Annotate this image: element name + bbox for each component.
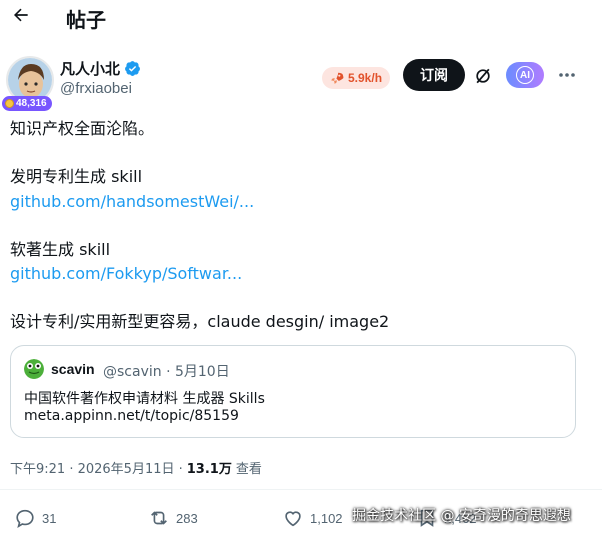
divider xyxy=(0,489,602,490)
ai-button[interactable]: AI xyxy=(506,62,544,88)
author-name-row[interactable]: 凡人小北 xyxy=(60,58,141,79)
reply-count: 31 xyxy=(42,510,57,526)
page-title: 帖子 xyxy=(66,8,106,32)
speed-value: 5.9k/h xyxy=(348,71,383,85)
verified-badge-icon xyxy=(125,61,140,76)
watermark: 掘金技术社区 @ 安奇漫的奇思遐想 xyxy=(352,508,571,524)
score-badge-value: 48,316 xyxy=(16,98,47,109)
speed-pill[interactable]: 5.9k/h xyxy=(322,67,391,89)
author-name[interactable]: 凡人小北 xyxy=(60,58,120,79)
repost-count: 283 xyxy=(176,510,198,526)
quoted-post-text: 中国软件著作权申请材料 生成器 Skills xyxy=(24,391,265,407)
like-button[interactable]: 1,102 xyxy=(282,507,343,529)
rocket-icon xyxy=(331,72,344,84)
quoted-post-card[interactable]: scavin @scavin · 5月10日 中国软件著作权申请材料 生成器 S… xyxy=(10,345,576,438)
reply-icon xyxy=(16,509,34,528)
post-link[interactable]: github.com/Fokkyp/Softwar... xyxy=(10,264,242,284)
views-count: 13.1万 xyxy=(186,462,232,477)
post-text-line: 设计专利/实用新型更容易，claude desgin/ image2 xyxy=(10,312,390,331)
back-button[interactable] xyxy=(8,2,34,28)
author-handle[interactable]: @frxiaobei xyxy=(60,80,132,97)
more-dots-icon xyxy=(559,73,575,77)
views-label: 查看 xyxy=(235,462,262,477)
post-text-line: 知识产权全面沦陷。 xyxy=(10,119,155,138)
quoted-author-meta: @scavin · 5月10日 xyxy=(103,364,230,380)
post-link[interactable]: github.com/handsomestWei/... xyxy=(10,192,254,212)
grok-icon xyxy=(476,68,490,84)
repost-button[interactable]: 283 xyxy=(148,507,198,529)
grok-button[interactable] xyxy=(470,63,496,89)
repost-icon xyxy=(151,511,167,525)
post-timestamp[interactable]: 下午9:21 · 2026年5月11日 · xyxy=(10,458,183,477)
medal-icon xyxy=(5,99,14,108)
frog-avatar-icon xyxy=(24,359,44,379)
reply-button[interactable]: 31 xyxy=(14,507,56,529)
top-bar: 帖子 xyxy=(0,0,602,32)
post-text-line: 软著生成 skill xyxy=(10,240,111,259)
more-options-button[interactable] xyxy=(556,63,578,87)
quoted-post-url: meta.appinn.net/t/topic/85159 xyxy=(24,408,239,424)
quoted-author-name: scavin xyxy=(51,361,95,377)
post-text-line: 发明专利生成 skill xyxy=(10,167,143,186)
post-meta: 下午9:21 · 2026年5月11日 · 13.1万 查看 xyxy=(10,458,262,477)
quoted-author-avatar xyxy=(24,359,44,379)
like-count: 1,102 xyxy=(310,510,343,526)
subscribe-button[interactable]: 订阅 xyxy=(403,59,465,91)
score-badge: 48,316 xyxy=(2,96,52,111)
ai-icon: AI xyxy=(516,66,534,84)
heart-icon xyxy=(285,511,301,527)
arrow-left-icon xyxy=(14,8,28,22)
